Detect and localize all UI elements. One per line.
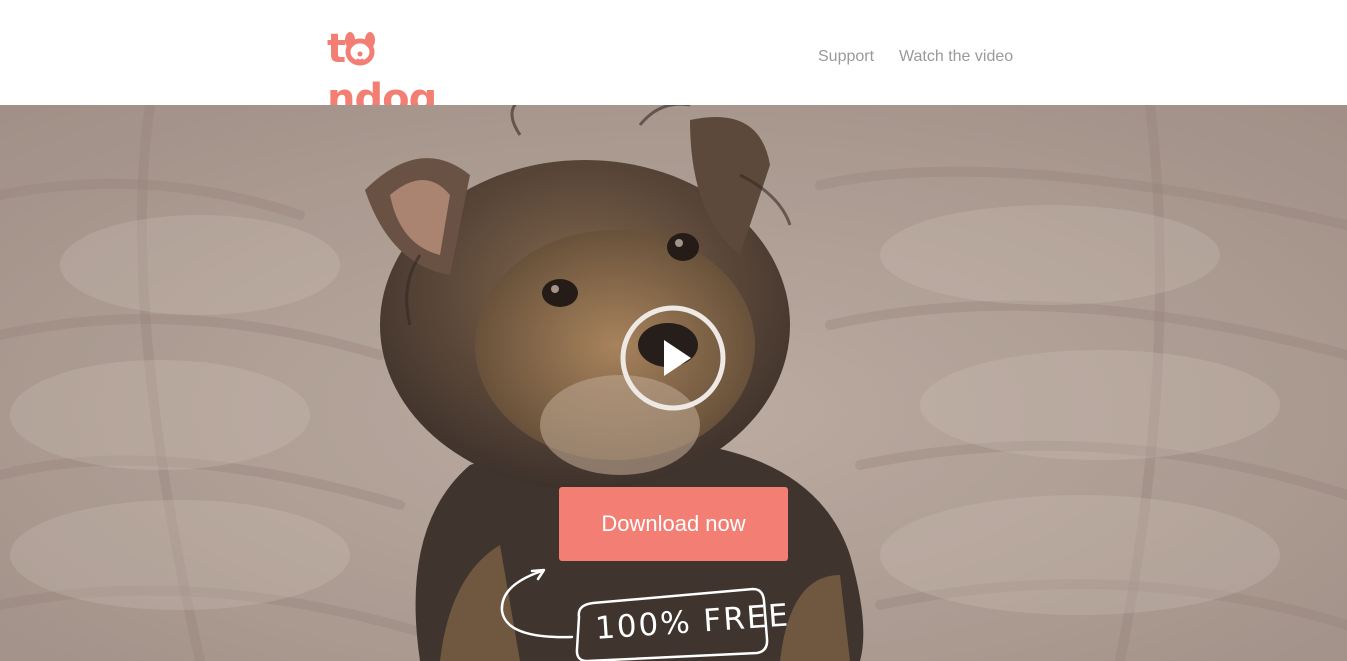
brand-logo[interactable]: t ndog: [327, 24, 482, 122]
site-header: t ndog Support Watch the video: [0, 0, 1347, 122]
nav-watch-video-link[interactable]: Watch the video: [899, 48, 1013, 66]
curved-arrow-icon: [500, 568, 574, 639]
hero-section: Download now 100% FREE: [0, 105, 1347, 661]
download-now-button[interactable]: Download now: [559, 487, 788, 561]
dog-face-icon: [345, 24, 376, 74]
nav-support-link[interactable]: Support: [818, 48, 874, 66]
play-video-button[interactable]: [619, 304, 727, 412]
play-icon: [620, 305, 726, 411]
